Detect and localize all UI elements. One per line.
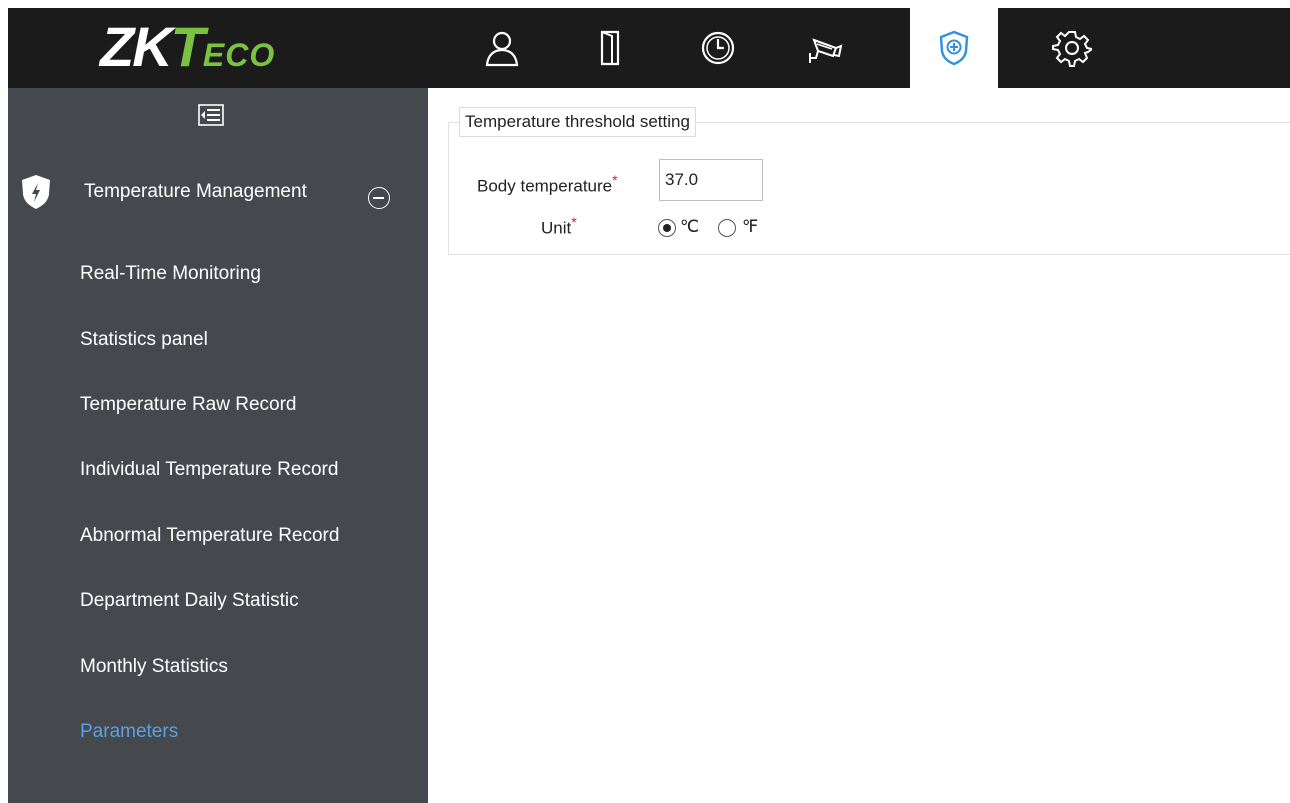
system-gear-icon [1052, 31, 1092, 67]
body-temperature-label: Body temperature* [477, 173, 618, 196]
menu-item-monthly-statistics[interactable]: Monthly Statistics [80, 653, 228, 681]
menu-item-department-daily-statistic[interactable]: Department Daily Statistic [80, 587, 299, 615]
nav-temperature[interactable] [910, 8, 998, 88]
zkteco-logo: ZKTECO [100, 15, 276, 78]
minus-circle-icon[interactable] [368, 187, 390, 209]
logo-area: ZKTECO [8, 8, 446, 88]
unit-fahrenheit-label[interactable]: ℉ [742, 215, 758, 239]
menu-item-statistics-panel[interactable]: Statistics panel [80, 326, 208, 354]
top-bar: ZKTECO [8, 8, 1290, 88]
section-title: Temperature threshold setting [459, 107, 696, 137]
nav-personnel[interactable] [458, 8, 546, 88]
menu-group-temperature-management[interactable]: Temperature Management [84, 178, 307, 206]
nav-video[interactable] [782, 8, 870, 88]
personnel-icon [485, 31, 519, 67]
menu-item-abnormal-temperature-record[interactable]: Abnormal Temperature Record [80, 522, 339, 550]
menu-item-parameters[interactable]: Parameters [80, 718, 178, 746]
menu-collapse-icon[interactable] [198, 104, 224, 126]
menu-item-individual-temperature-record[interactable]: Individual Temperature Record [80, 456, 338, 484]
shield-bolt-icon [22, 175, 50, 209]
sidebar: Temperature Management Real-Time Monitor… [8, 88, 428, 803]
menu-item-real-time-monitoring[interactable]: Real-Time Monitoring [80, 260, 261, 288]
nav-attendance[interactable] [674, 8, 762, 88]
temperature-shield-icon [939, 30, 969, 66]
video-camera-icon [809, 38, 843, 63]
unit-fahrenheit-radio[interactable] [718, 219, 736, 237]
body-temperature-input[interactable] [659, 159, 763, 201]
access-door-icon [600, 30, 620, 66]
required-mark: * [612, 173, 618, 189]
attendance-clock-icon [701, 31, 735, 65]
unit-label: Unit* [541, 215, 577, 238]
nav-system[interactable] [1028, 8, 1116, 88]
nav-access[interactable] [566, 8, 654, 88]
unit-celsius-radio[interactable] [658, 219, 676, 237]
menu-item-temperature-raw-record[interactable]: Temperature Raw Record [80, 391, 296, 419]
required-mark: * [571, 215, 577, 231]
unit-celsius-label[interactable]: ℃ [680, 215, 699, 239]
